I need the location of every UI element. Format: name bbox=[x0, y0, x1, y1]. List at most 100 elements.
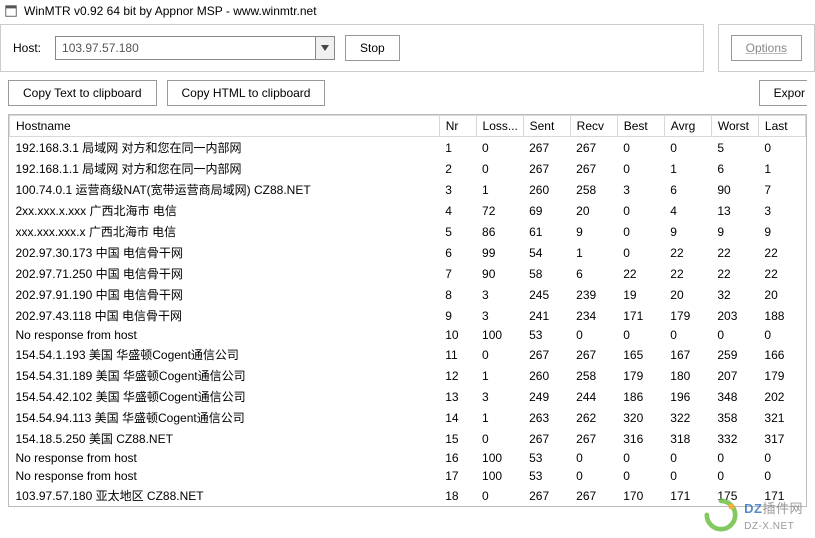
cell-worst: 22 bbox=[711, 242, 758, 263]
cell-last: 0 bbox=[758, 467, 805, 485]
cell-last: 7 bbox=[758, 179, 805, 200]
stop-button[interactable]: Stop bbox=[345, 35, 400, 61]
cell-sent: 267 bbox=[523, 137, 570, 159]
cell-host: No response from host bbox=[10, 326, 440, 344]
table-row[interactable]: 202.97.71.250 中国 电信骨干网79058622222222 bbox=[10, 263, 806, 284]
options-button: Options bbox=[731, 35, 802, 61]
cell-last: 321 bbox=[758, 407, 805, 428]
cell-worst: 203 bbox=[711, 305, 758, 326]
cell-best: 165 bbox=[617, 344, 664, 365]
cell-loss: 3 bbox=[476, 284, 523, 305]
cell-best: 3 bbox=[617, 179, 664, 200]
cell-worst: 0 bbox=[711, 449, 758, 467]
table-row[interactable]: 202.97.30.173 中国 电信骨干网6995410222222 bbox=[10, 242, 806, 263]
cell-best: 179 bbox=[617, 365, 664, 386]
cell-host: 2xx.xxx.x.xxx 广西北海市 电信 bbox=[10, 200, 440, 221]
col-sent[interactable]: Sent bbox=[523, 116, 570, 137]
copy-text-button[interactable]: Copy Text to clipboard bbox=[8, 80, 157, 106]
cell-loss: 3 bbox=[476, 305, 523, 326]
cell-best: 0 bbox=[617, 200, 664, 221]
cell-sent: 245 bbox=[523, 284, 570, 305]
export-button[interactable]: Expor bbox=[759, 80, 807, 106]
host-combo[interactable] bbox=[55, 36, 335, 60]
cell-sent: 241 bbox=[523, 305, 570, 326]
cell-sent: 267 bbox=[523, 485, 570, 506]
cell-best: 0 bbox=[617, 242, 664, 263]
cell-recv: 267 bbox=[570, 344, 617, 365]
window-title: WinMTR v0.92 64 bit by Appnor MSP - www.… bbox=[24, 4, 317, 18]
cell-avrg: 196 bbox=[664, 386, 711, 407]
table-row[interactable]: 2xx.xxx.x.xxx 广西北海市 电信472692004133 bbox=[10, 200, 806, 221]
copy-html-button[interactable]: Copy HTML to clipboard bbox=[167, 80, 326, 106]
cell-recv: 6 bbox=[570, 263, 617, 284]
cell-loss: 90 bbox=[476, 263, 523, 284]
cell-last: 171 bbox=[758, 485, 805, 506]
cell-recv: 267 bbox=[570, 485, 617, 506]
cell-sent: 58 bbox=[523, 263, 570, 284]
cell-host: 154.54.42.102 美国 华盛顿Cogent通信公司 bbox=[10, 386, 440, 407]
cell-avrg: 22 bbox=[664, 242, 711, 263]
cell-worst: 207 bbox=[711, 365, 758, 386]
cell-last: 0 bbox=[758, 137, 805, 159]
table-row[interactable]: 192.168.1.1 局域网 对方和您在同一内部网202672670161 bbox=[10, 158, 806, 179]
host-dropdown-button[interactable] bbox=[315, 36, 335, 60]
col-nr[interactable]: Nr bbox=[439, 116, 476, 137]
cell-best: 0 bbox=[617, 137, 664, 159]
chevron-down-icon bbox=[321, 45, 329, 51]
table-row[interactable]: No response from host101005300000 bbox=[10, 326, 806, 344]
cell-loss: 0 bbox=[476, 344, 523, 365]
col-worst[interactable]: Worst bbox=[711, 116, 758, 137]
table-row[interactable]: 202.97.91.190 中国 电信骨干网8324523919203220 bbox=[10, 284, 806, 305]
table-row[interactable]: 202.97.43.118 中国 电信骨干网932412341711792031… bbox=[10, 305, 806, 326]
col-best[interactable]: Best bbox=[617, 116, 664, 137]
cell-worst: 348 bbox=[711, 386, 758, 407]
host-input[interactable] bbox=[55, 36, 315, 60]
table-header-row[interactable]: Hostname Nr Loss... Sent Recv Best Avrg … bbox=[10, 116, 806, 137]
cell-avrg: 0 bbox=[664, 467, 711, 485]
cell-worst: 90 bbox=[711, 179, 758, 200]
cell-loss: 1 bbox=[476, 179, 523, 200]
cell-loss: 0 bbox=[476, 428, 523, 449]
table-row[interactable]: xxx.xxx.xxx.x 广西北海市 电信5866190999 bbox=[10, 221, 806, 242]
cell-sent: 53 bbox=[523, 467, 570, 485]
cell-recv: 0 bbox=[570, 467, 617, 485]
cell-sent: 260 bbox=[523, 179, 570, 200]
col-hostname[interactable]: Hostname bbox=[10, 116, 440, 137]
cell-host: No response from host bbox=[10, 449, 440, 467]
cell-last: 317 bbox=[758, 428, 805, 449]
cell-loss: 0 bbox=[476, 158, 523, 179]
cell-loss: 1 bbox=[476, 365, 523, 386]
col-loss[interactable]: Loss... bbox=[476, 116, 523, 137]
cell-last: 166 bbox=[758, 344, 805, 365]
cell-avrg: 6 bbox=[664, 179, 711, 200]
cell-worst: 0 bbox=[711, 467, 758, 485]
col-avrg[interactable]: Avrg bbox=[664, 116, 711, 137]
cell-last: 22 bbox=[758, 263, 805, 284]
cell-nr: 4 bbox=[439, 200, 476, 221]
cell-worst: 175 bbox=[711, 485, 758, 506]
cell-recv: 267 bbox=[570, 137, 617, 159]
table-row[interactable]: 103.97.57.180 亚太地区 CZ88.NET1802672671701… bbox=[10, 485, 806, 506]
cell-avrg: 9 bbox=[664, 221, 711, 242]
cell-loss: 0 bbox=[476, 137, 523, 159]
cell-last: 0 bbox=[758, 326, 805, 344]
table-row[interactable]: 154.54.94.113 美国 华盛顿Cogent通信公司1412632623… bbox=[10, 407, 806, 428]
cell-loss: 0 bbox=[476, 485, 523, 506]
table-row[interactable]: 100.74.0.1 运营商级NAT(宽带运营商局域网) CZ88.NET312… bbox=[10, 179, 806, 200]
table-row[interactable]: 154.54.31.189 美国 华盛顿Cogent通信公司1212602581… bbox=[10, 365, 806, 386]
cell-nr: 2 bbox=[439, 158, 476, 179]
table-row[interactable]: No response from host161005300000 bbox=[10, 449, 806, 467]
cell-loss: 100 bbox=[476, 449, 523, 467]
table-row[interactable]: 154.18.5.250 美国 CZ88.NET1502672673163183… bbox=[10, 428, 806, 449]
col-recv[interactable]: Recv bbox=[570, 116, 617, 137]
cell-best: 316 bbox=[617, 428, 664, 449]
col-last[interactable]: Last bbox=[758, 116, 805, 137]
table-row[interactable]: No response from host171005300000 bbox=[10, 467, 806, 485]
cell-recv: 262 bbox=[570, 407, 617, 428]
table-row[interactable]: 192.168.3.1 局域网 对方和您在同一内部网102672670050 bbox=[10, 137, 806, 159]
table-row[interactable]: 154.54.42.102 美国 华盛顿Cogent通信公司1332492441… bbox=[10, 386, 806, 407]
cell-best: 0 bbox=[617, 158, 664, 179]
cell-recv: 239 bbox=[570, 284, 617, 305]
table-row[interactable]: 154.54.1.193 美国 华盛顿Cogent通信公司11026726716… bbox=[10, 344, 806, 365]
cell-best: 19 bbox=[617, 284, 664, 305]
